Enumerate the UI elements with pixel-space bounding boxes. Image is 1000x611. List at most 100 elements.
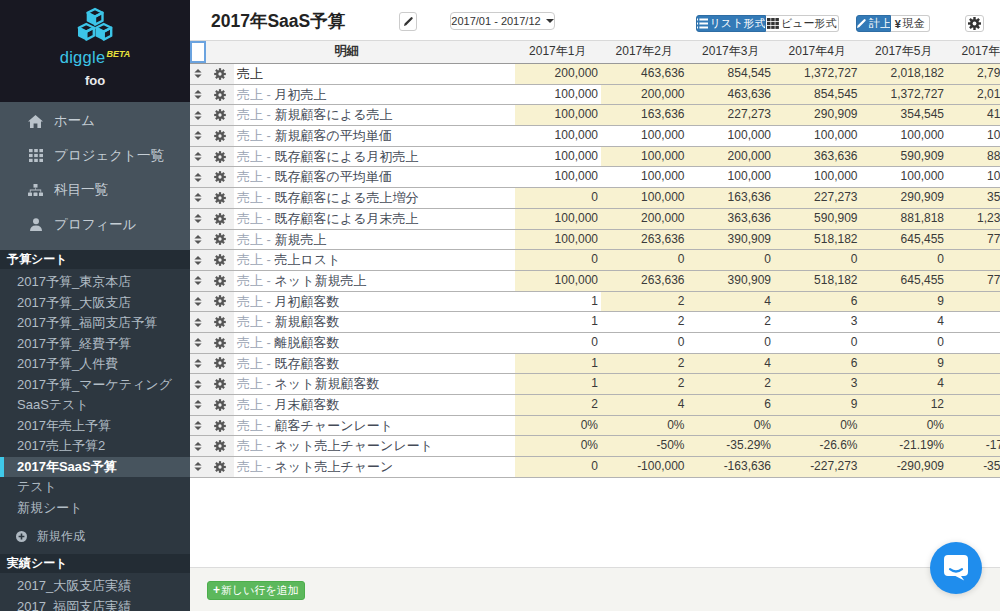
sheet-item[interactable]: 2017予算_東京本店	[0, 272, 190, 293]
grid-cell[interactable]: 263,636	[601, 271, 688, 291]
grid-cell[interactable]: 6	[774, 354, 861, 374]
grid-cell[interactable]: 1	[515, 292, 602, 312]
row-settings-button[interactable]	[206, 209, 234, 229]
sheet-item[interactable]: 新規シート	[0, 498, 190, 519]
grid-cell[interactable]: 100,000	[515, 147, 602, 167]
grid-cell[interactable]: 363,636	[688, 209, 775, 229]
row-settings-button[interactable]	[206, 374, 234, 394]
row-settings-button[interactable]	[206, 354, 234, 374]
grid-corner-cell[interactable]	[190, 41, 206, 63]
grid-cell[interactable]: 4	[861, 312, 948, 332]
grid-cell[interactable]: 4	[861, 374, 948, 394]
grid-cell[interactable]: 4	[947, 374, 1000, 394]
sheet-item[interactable]: 2017_福岡支店実績	[0, 597, 190, 611]
grid-cell[interactable]: 518,182	[774, 271, 861, 291]
mode-button-left[interactable]: 計上	[856, 15, 891, 32]
grid-cell[interactable]: 2	[688, 312, 775, 332]
row-label[interactable]: 売上 - 既存顧客数	[234, 354, 515, 374]
grid-cell[interactable]: 100,000	[861, 126, 948, 146]
row-label[interactable]: 売上 - 既存顧客による月末売上	[234, 209, 515, 229]
grid-cell[interactable]: 0	[947, 250, 1000, 270]
grid-cell[interactable]: 0	[774, 250, 861, 270]
grid-cell[interactable]: 645,455	[861, 230, 948, 250]
grid-cell[interactable]: 2	[515, 395, 602, 415]
grid-cell[interactable]: 200,000	[515, 64, 602, 84]
grid-cell[interactable]: 3	[774, 374, 861, 394]
settings-button[interactable]	[965, 15, 985, 32]
grid-cell[interactable]: 100,000	[947, 167, 1000, 187]
grid-cell[interactable]: 9	[774, 395, 861, 415]
row-drag-handle[interactable]	[190, 230, 206, 250]
grid-cell[interactable]: 0%	[688, 416, 775, 436]
grid-cell[interactable]: 645,455	[861, 271, 948, 291]
row-drag-handle[interactable]	[190, 64, 206, 84]
row-settings-button[interactable]	[206, 64, 234, 84]
grid-cell[interactable]: 0	[947, 333, 1000, 353]
row-drag-handle[interactable]	[190, 395, 206, 415]
row-label[interactable]: 売上 - 新規顧客による売上	[234, 105, 515, 125]
grid-cell[interactable]: 772,727	[947, 230, 1000, 250]
grid-cell[interactable]: -100,000	[601, 457, 688, 477]
grid-cell[interactable]: 0%	[601, 416, 688, 436]
grid-cell[interactable]: -354,545	[947, 457, 1000, 477]
grid-cell[interactable]: 1,236,364	[947, 209, 1000, 229]
sheet-item[interactable]: 2017売上予算2	[0, 436, 190, 457]
grid-cell[interactable]: 100,000	[515, 167, 602, 187]
grid-cell[interactable]: 390,909	[688, 271, 775, 291]
add-row-button[interactable]: + 新しい行を追加	[207, 581, 305, 600]
sheet-item[interactable]: 2017予算_福岡支店予算	[0, 313, 190, 334]
row-settings-button[interactable]	[206, 416, 234, 436]
row-drag-handle[interactable]	[190, 416, 206, 436]
grid-cell[interactable]: 4	[688, 292, 775, 312]
grid-cell[interactable]: 0%	[515, 416, 602, 436]
grid-cell[interactable]: 0	[601, 333, 688, 353]
row-drag-handle[interactable]	[190, 167, 206, 187]
grid-cell[interactable]: 0	[515, 188, 602, 208]
create-sheet-button[interactable]: 新規作成	[0, 526, 190, 546]
grid-cell[interactable]: 100,000	[947, 126, 1000, 146]
grid-cell[interactable]: 2,018,182	[947, 85, 1000, 105]
row-label[interactable]: 売上 - 既存顧客による月初売上	[234, 147, 515, 167]
grid-cell[interactable]: 263,636	[601, 230, 688, 250]
row-settings-button[interactable]	[206, 395, 234, 415]
grid-cell[interactable]: 0%	[515, 436, 602, 456]
grid-cell[interactable]: 854,545	[774, 85, 861, 105]
grid-cell[interactable]: 0%	[861, 416, 948, 436]
grid-cell[interactable]: 12	[947, 292, 1000, 312]
sheet-item[interactable]: 2017年売上予算	[0, 416, 190, 437]
grid-cell[interactable]: 100,000	[515, 85, 602, 105]
row-drag-handle[interactable]	[190, 436, 206, 456]
grid-cell[interactable]: 0	[861, 250, 948, 270]
grid-cell[interactable]: 100,000	[601, 167, 688, 187]
row-label[interactable]: 売上 - ネット新規売上	[234, 271, 515, 291]
row-label[interactable]: 売上 - ネット新規顧客数	[234, 374, 515, 394]
grid-cell[interactable]: 4	[601, 395, 688, 415]
grid-cell[interactable]: 9	[861, 354, 948, 374]
row-label[interactable]: 売上 - 月末顧客数	[234, 395, 515, 415]
sheet-item[interactable]: 2017予算_経費予算	[0, 334, 190, 355]
grid-cell[interactable]: 2,018,182	[861, 64, 948, 84]
grid-cell[interactable]: 0	[515, 333, 602, 353]
grid-cell[interactable]: 2	[601, 292, 688, 312]
row-settings-button[interactable]	[206, 271, 234, 291]
month-column-header[interactable]: 2017年2月	[601, 41, 688, 63]
grid-cell[interactable]: 100,000	[688, 167, 775, 187]
grid-cell[interactable]: 9	[861, 292, 948, 312]
edit-title-button[interactable]	[399, 12, 417, 31]
row-settings-button[interactable]	[206, 333, 234, 353]
row-drag-handle[interactable]	[190, 250, 206, 270]
sheet-item[interactable]: 2017予算_マーケティング	[0, 375, 190, 396]
grid-cell[interactable]: -21.19%	[861, 436, 948, 456]
row-drag-handle[interactable]	[190, 292, 206, 312]
grid-cell[interactable]: 0	[515, 457, 602, 477]
grid-cell[interactable]: 1,372,727	[774, 64, 861, 84]
grid-cell[interactable]: 100,000	[601, 188, 688, 208]
grid-cell[interactable]: 100,000	[515, 271, 602, 291]
grid-cell[interactable]: 772,727	[947, 271, 1000, 291]
grid-cell[interactable]: 418,182	[947, 105, 1000, 125]
sidebar-menu-item[interactable]: 科目一覧	[0, 173, 190, 208]
row-settings-button[interactable]	[206, 188, 234, 208]
row-settings-button[interactable]	[206, 230, 234, 250]
grid-cell[interactable]: 1	[515, 354, 602, 374]
row-drag-handle[interactable]	[190, 457, 206, 477]
